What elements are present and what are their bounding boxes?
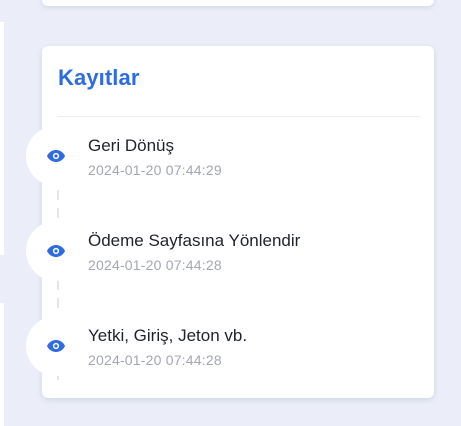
eye-icon[interactable] — [26, 316, 86, 376]
card-title: Kayıtlar — [58, 65, 140, 90]
event-timestamp: 2024-01-20 07:44:29 — [88, 162, 222, 178]
event-title: Yetki, Giriş, Jeton vb. — [88, 326, 248, 345]
timeline-item[interactable]: Geri Dönüş 2024-01-20 07:44:29 — [26, 126, 416, 186]
title-divider — [58, 116, 420, 117]
timeline-item[interactable]: Yetki, Giriş, Jeton vb. 2024-01-20 07:44… — [26, 316, 416, 376]
logs-card: Kayıtlar Geri Dönüş 2024-01-20 07:44:29 … — [26, 46, 434, 398]
eye-icon[interactable] — [26, 126, 86, 186]
background-panel-edge — [0, 303, 4, 426]
background-panel-edge — [0, 22, 4, 255]
event-timestamp: 2024-01-20 07:44:28 — [88, 352, 222, 368]
event-timestamp: 2024-01-20 07:44:28 — [88, 257, 222, 273]
previous-card-bottom — [42, 0, 434, 6]
event-title: Geri Dönüş — [88, 136, 174, 155]
timeline-item[interactable]: Ödeme Sayfasına Yönlendir 2024-01-20 07:… — [26, 221, 416, 281]
event-title: Ödeme Sayfasına Yönlendir — [88, 231, 301, 250]
eye-icon[interactable] — [26, 221, 86, 281]
